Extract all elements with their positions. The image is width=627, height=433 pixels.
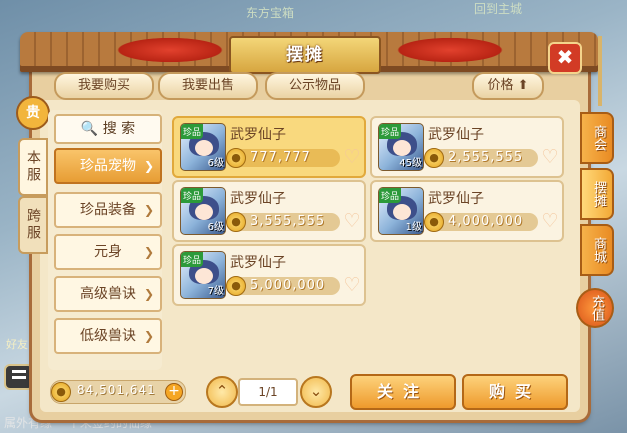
- category-label: 高级兽诀: [80, 286, 136, 302]
- price-sort-button[interactable]: 价格 ⬆: [472, 72, 544, 100]
- pet-name: 武罗仙子: [230, 255, 286, 271]
- category-item[interactable]: 高级兽诀 ❯: [54, 276, 162, 312]
- chat-icon[interactable]: [4, 364, 34, 390]
- tab-local-server[interactable]: 本服: [18, 138, 48, 196]
- price-value: 777,777: [250, 150, 311, 165]
- close-button[interactable]: ✖: [548, 42, 582, 74]
- pet-avatar: 珍品 1级: [378, 187, 424, 235]
- listing-card[interactable]: 珍品 6级 武罗仙子 ● 777,777 ♡: [172, 116, 366, 178]
- chevron-right-icon: ❯: [143, 159, 154, 173]
- pet-avatar: 珍品 45级: [378, 123, 424, 171]
- coin-icon: ●: [226, 212, 246, 232]
- listing-grid: 珍品 6级 武罗仙子 ● 777,777 ♡ 珍品 45级 武罗仙子 ● 2,555…: [172, 112, 564, 366]
- price-bar: ● 3,555,555: [226, 212, 340, 232]
- rare-tag: 珍品: [181, 124, 204, 139]
- price-bar: ● 4,000,000: [424, 212, 538, 232]
- bg-chest-label: 东方宝箱: [246, 6, 295, 20]
- price-value: 5,000,000: [250, 278, 326, 293]
- pet-level: 6级: [207, 222, 224, 233]
- listing-card[interactable]: 珍品 6级 武罗仙子 ● 3,555,555 ♡: [172, 180, 366, 242]
- category-label: 珍品装备: [80, 202, 136, 218]
- pet-name: 武罗仙子: [230, 127, 286, 143]
- pet-level: 45级: [399, 158, 422, 169]
- rare-tag: 珍品: [181, 188, 204, 203]
- recharge-button[interactable]: 充值: [576, 288, 614, 328]
- pet-name: 武罗仙子: [428, 127, 484, 143]
- heart-icon[interactable]: ♡: [342, 147, 362, 167]
- heart-icon[interactable]: ♡: [342, 275, 362, 295]
- tab-sell[interactable]: 我要出售: [158, 72, 258, 100]
- pet-avatar: 珍品 7级: [180, 251, 226, 299]
- pet-name: 武罗仙子: [230, 191, 286, 207]
- price-bar: ● 5,000,000: [226, 276, 340, 296]
- pet-level: 6级: [207, 158, 224, 169]
- tab-guild-shop[interactable]: 商会: [580, 112, 614, 164]
- rare-tag: 珍品: [379, 124, 402, 139]
- coin-icon: ●: [226, 276, 246, 296]
- friends-label: 好友: [6, 338, 28, 351]
- follow-button[interactable]: 关注: [350, 374, 456, 410]
- listing-card[interactable]: 珍品 1级 武罗仙子 ● 4,000,000 ♡: [370, 180, 564, 242]
- price-value: 2,555,555: [448, 150, 524, 165]
- ribbon-knot-left-icon: [110, 36, 230, 64]
- coin-icon: ●: [51, 382, 71, 402]
- coin-icon: ●: [424, 212, 444, 232]
- listing-card[interactable]: 珍品 7级 武罗仙子 ● 5,000,000 ♡: [172, 244, 366, 306]
- price-value: 4,000,000: [448, 214, 524, 229]
- heart-icon[interactable]: ♡: [540, 147, 560, 167]
- tab-public[interactable]: 公示物品: [265, 72, 365, 100]
- category-label: 珍品宠物: [80, 158, 136, 174]
- add-currency-button[interactable]: +: [165, 383, 183, 401]
- category-item[interactable]: 珍品宠物 ❯: [54, 148, 162, 184]
- tab-buy[interactable]: 我要购买: [54, 72, 154, 100]
- price-value: 3,555,555: [250, 214, 326, 229]
- chevron-right-icon: ❯: [143, 287, 154, 301]
- tab-mall[interactable]: 商城: [580, 224, 614, 276]
- heart-icon[interactable]: ♡: [540, 211, 560, 231]
- pet-level: 1级: [405, 222, 422, 233]
- listing-card[interactable]: 珍品 45级 武罗仙子 ● 2,555,555 ♡: [370, 116, 564, 178]
- pet-avatar: 珍品 6级: [180, 187, 226, 235]
- pet-name: 武罗仙子: [428, 191, 484, 207]
- buy-button[interactable]: 购买: [462, 374, 568, 410]
- balance-value: 84,501,641: [77, 383, 156, 397]
- page-next-button[interactable]: ⌄: [300, 376, 332, 408]
- bg-return-label: 回到主城: [474, 2, 523, 16]
- price-bar: ● 777,777: [226, 148, 340, 168]
- category-label: 低级兽诀: [80, 328, 136, 344]
- currency-balance: ● 84,501,641 +: [50, 380, 186, 404]
- coin-icon: ●: [226, 148, 246, 168]
- coin-icon: ●: [424, 148, 444, 168]
- category-item[interactable]: 珍品装备 ❯: [54, 192, 162, 228]
- category-item[interactable]: 元身 ❯: [54, 234, 162, 270]
- heart-icon[interactable]: ♡: [342, 211, 362, 231]
- rare-tag: 珍品: [379, 188, 402, 203]
- tab-stall[interactable]: 摆摊: [580, 168, 614, 220]
- category-label: 元身: [94, 244, 122, 260]
- badge-icon: 贵: [16, 96, 50, 130]
- category-item[interactable]: 低级兽诀 ❯: [54, 318, 162, 354]
- page-prev-button[interactable]: ⌃: [206, 376, 238, 408]
- page-indicator: 1/1: [238, 378, 298, 406]
- pet-level: 7级: [207, 286, 224, 297]
- price-bar: ● 2,555,555: [424, 148, 538, 168]
- chevron-right-icon: ❯: [143, 329, 154, 343]
- page-title: 摆摊: [229, 36, 381, 74]
- chevron-right-icon: ❯: [143, 245, 154, 259]
- tab-cross-server[interactable]: 跨服: [18, 196, 48, 254]
- rare-tag: 珍品: [181, 252, 204, 267]
- hanging-deco: [598, 36, 602, 106]
- search-button[interactable]: 🔍 搜 索: [54, 114, 162, 144]
- chevron-right-icon: ❯: [143, 203, 154, 217]
- pet-avatar: 珍品 6级: [180, 123, 226, 171]
- ribbon-knot-right-icon: [390, 36, 510, 64]
